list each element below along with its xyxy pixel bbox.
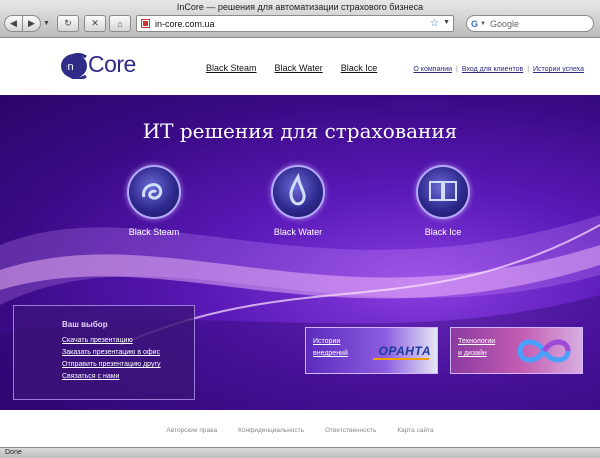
infinity-icon (517, 339, 571, 363)
window-title: InCore — решения для автоматизации страх… (176, 2, 424, 12)
top-links: О компании | Вход для клиентов | Истории… (413, 66, 584, 73)
home-icon: ⌂ (117, 18, 123, 29)
separator: | (527, 66, 530, 73)
link-client-login[interactable]: Вход для клиентов (462, 66, 523, 73)
product-black-water[interactable]: Black Water (258, 165, 338, 237)
footer-copyright[interactable]: Авторские права (166, 427, 217, 434)
url-dropdown-icon[interactable]: ▼ (443, 19, 450, 26)
reload-button[interactable]: ↻ (57, 15, 79, 32)
web-page: in Core Black Steam Black Water Black Ic… (0, 39, 600, 447)
your-choice-panel: Ваш выбор Скачать презентацию Заказать п… (13, 305, 195, 400)
nav-black-steam[interactable]: Black Steam (206, 63, 257, 73)
oranta-logo-underline (373, 358, 429, 360)
link-download-presentation[interactable]: Скачать презентацию (62, 337, 133, 344)
stop-button[interactable]: ✕ (84, 15, 106, 32)
promo-success-stories[interactable]: Истории внедрений ОРАНТА (305, 327, 438, 374)
product-label[interactable]: Black Steam (114, 227, 194, 237)
footer-sitemap[interactable]: Карта сайта (397, 427, 433, 434)
search-bar[interactable]: G ▼ Google (466, 15, 594, 32)
history-dropdown-button[interactable]: ▼ (42, 15, 51, 32)
link-send-presentation[interactable]: Отправить презентацию другу (62, 361, 161, 368)
promo-line[interactable]: и дизайн (458, 348, 495, 360)
link-about[interactable]: О компании (413, 66, 452, 73)
forward-button[interactable]: ▶ (22, 15, 41, 32)
footer-privacy[interactable]: Конфиденциальность (238, 427, 304, 434)
promo-line[interactable]: внедрений (313, 348, 348, 360)
status-text: Done (5, 449, 22, 456)
ice-book-icon[interactable] (416, 165, 470, 219)
promo-line[interactable]: Технологии (458, 336, 495, 348)
search-placeholder[interactable]: Google (490, 19, 519, 29)
separator: | (456, 66, 458, 73)
reload-icon: ↻ (64, 18, 72, 28)
nav-black-ice[interactable]: Black Ice (341, 63, 378, 73)
nav-black-water[interactable]: Black Water (275, 63, 323, 73)
status-bar: Done (0, 447, 600, 458)
product-black-ice[interactable]: Black Ice (403, 165, 483, 237)
steam-orb-icon[interactable] (127, 165, 181, 219)
promo-technology-design[interactable]: Технологии и дизайн (450, 327, 583, 374)
url-bar[interactable]: in-core.com.ua ☆ ▼ (136, 15, 454, 32)
forward-arrow-icon: ▶ (28, 18, 35, 28)
chevron-down-icon: ▼ (43, 20, 50, 27)
footer-links: Авторские права Конфиденциальность Ответ… (0, 427, 600, 434)
link-success-stories[interactable]: Истории успеха (533, 66, 584, 73)
product-black-steam[interactable]: Black Steam (114, 165, 194, 237)
link-contact-us[interactable]: Связаться с нами (62, 373, 119, 380)
hero-banner: ИТ решения для страхования Black Steam B… (0, 95, 600, 410)
google-icon: G (471, 18, 479, 29)
favicon-icon (141, 19, 150, 28)
promo-tech-text[interactable]: Технологии и дизайн (458, 336, 495, 360)
oranta-logo: ОРАНТА (378, 344, 431, 358)
back-button[interactable]: ◀ (4, 15, 23, 32)
back-arrow-icon: ◀ (10, 18, 17, 28)
water-drop-icon[interactable] (271, 165, 325, 219)
promo-line[interactable]: Истории (313, 336, 348, 348)
url-text[interactable]: in-core.com.ua (155, 19, 215, 29)
stop-icon: ✕ (91, 18, 99, 28)
promo-stories-text[interactable]: Истории внедрений (313, 336, 348, 360)
browser-toolbar: InCore — решения для автоматизации страх… (0, 0, 600, 38)
product-label[interactable]: Black Ice (403, 227, 483, 237)
link-order-presentation[interactable]: Заказать презентацию в офис (62, 349, 160, 356)
search-engine-dropdown-icon[interactable]: ▼ (480, 21, 486, 27)
main-navigation: Black Steam Black Water Black Ice (206, 63, 377, 73)
bookmark-star-icon[interactable]: ☆ (430, 18, 439, 29)
hero-title: ИТ решения для страхования (142, 119, 458, 143)
footer-responsibility[interactable]: Ответственность (325, 427, 376, 434)
choice-title: Ваш выбор (62, 320, 108, 329)
product-label[interactable]: Black Water (258, 227, 338, 237)
logo-text: Core (88, 51, 136, 77)
home-button[interactable]: ⌂ (109, 15, 131, 32)
